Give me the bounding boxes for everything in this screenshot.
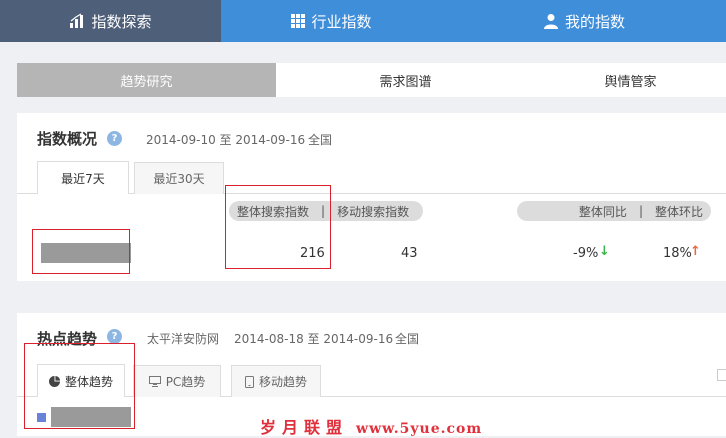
tab-index-explore-label: 指数探索 xyxy=(91,12,152,31)
yoy-value: -9% xyxy=(573,246,599,261)
ratio-header: 整体同比 | 整体环比 xyxy=(517,201,711,221)
mom-value: 18% xyxy=(663,246,692,261)
subtab-demand-map[interactable]: 需求图谱 xyxy=(276,63,535,97)
checkbox[interactable] xyxy=(717,369,726,381)
overview-date-range: 2014-09-10 至 2014-09-16 xyxy=(146,133,306,147)
overview-title: 指数概况 xyxy=(37,130,98,148)
arrow-down-icon: ↓ xyxy=(599,244,610,259)
tab-last-30-days[interactable]: 最近30天 xyxy=(134,162,224,194)
col-mobile-search-index: 移动搜索指数 xyxy=(337,204,410,219)
tab-my-index-label: 我的指数 xyxy=(564,12,625,31)
highlight-box-trend-tab xyxy=(24,343,135,429)
tab-last-7-days[interactable]: 最近7天 xyxy=(37,161,129,194)
col-overall-yoy: 整体同比 xyxy=(578,204,627,219)
watermark: 岁月联盟 www.5yue.com xyxy=(260,414,482,438)
mobile-search-value: 43 xyxy=(401,246,418,261)
tab-pc-trend-label: PC趋势 xyxy=(165,375,206,389)
index-overview-panel: 指数概况 ? 2014-09-10 至 2014-09-16 全国 最近7天 最… xyxy=(17,113,726,281)
hot-keyword: 太平洋安防网 xyxy=(147,332,220,346)
tab-index-explore[interactable]: 指数探索 xyxy=(0,0,221,42)
col-separator: | xyxy=(638,204,643,218)
tab-industry-index-label: 行业指数 xyxy=(311,12,372,31)
top-nav: 指数探索 行业指数 我的指数 xyxy=(0,0,726,42)
col-overall-mom: 整体环比 xyxy=(654,204,703,219)
tab-pc-trend[interactable]: PC趋势 xyxy=(133,365,221,397)
bar-chart-icon xyxy=(70,13,84,28)
hot-date-range: 2014-08-18 至 2014-09-16 xyxy=(234,332,394,346)
overview-region: 全国 xyxy=(308,133,333,147)
overall-search-value: 216 xyxy=(300,246,325,261)
watermark-url: www.5yue.com xyxy=(356,421,483,437)
arrow-up-icon: ↑ xyxy=(690,244,701,259)
highlight-box-keyword xyxy=(32,229,130,274)
grid-icon xyxy=(291,14,306,28)
sub-tabs: 趋势研究 需求图谱 舆情管家 xyxy=(17,63,726,97)
tab-my-index[interactable]: 我的指数 xyxy=(442,0,726,42)
watermark-text: 岁月联盟 xyxy=(260,418,349,437)
tab-mobile-trend[interactable]: 移动趋势 xyxy=(231,365,321,397)
subtab-opinion-manager[interactable]: 舆情管家 xyxy=(535,63,726,97)
subtab-trend-research[interactable]: 趋势研究 xyxy=(17,63,276,97)
phone-icon xyxy=(244,375,254,388)
monitor-icon xyxy=(148,376,161,387)
hot-region: 全国 xyxy=(395,332,420,346)
help-icon[interactable]: ? xyxy=(107,131,122,146)
tab-industry-index[interactable]: 行业指数 xyxy=(221,0,442,42)
tab-mobile-trend-label: 移动趋势 xyxy=(258,375,307,389)
user-icon xyxy=(543,14,558,29)
help-icon[interactable]: ? xyxy=(107,329,122,344)
